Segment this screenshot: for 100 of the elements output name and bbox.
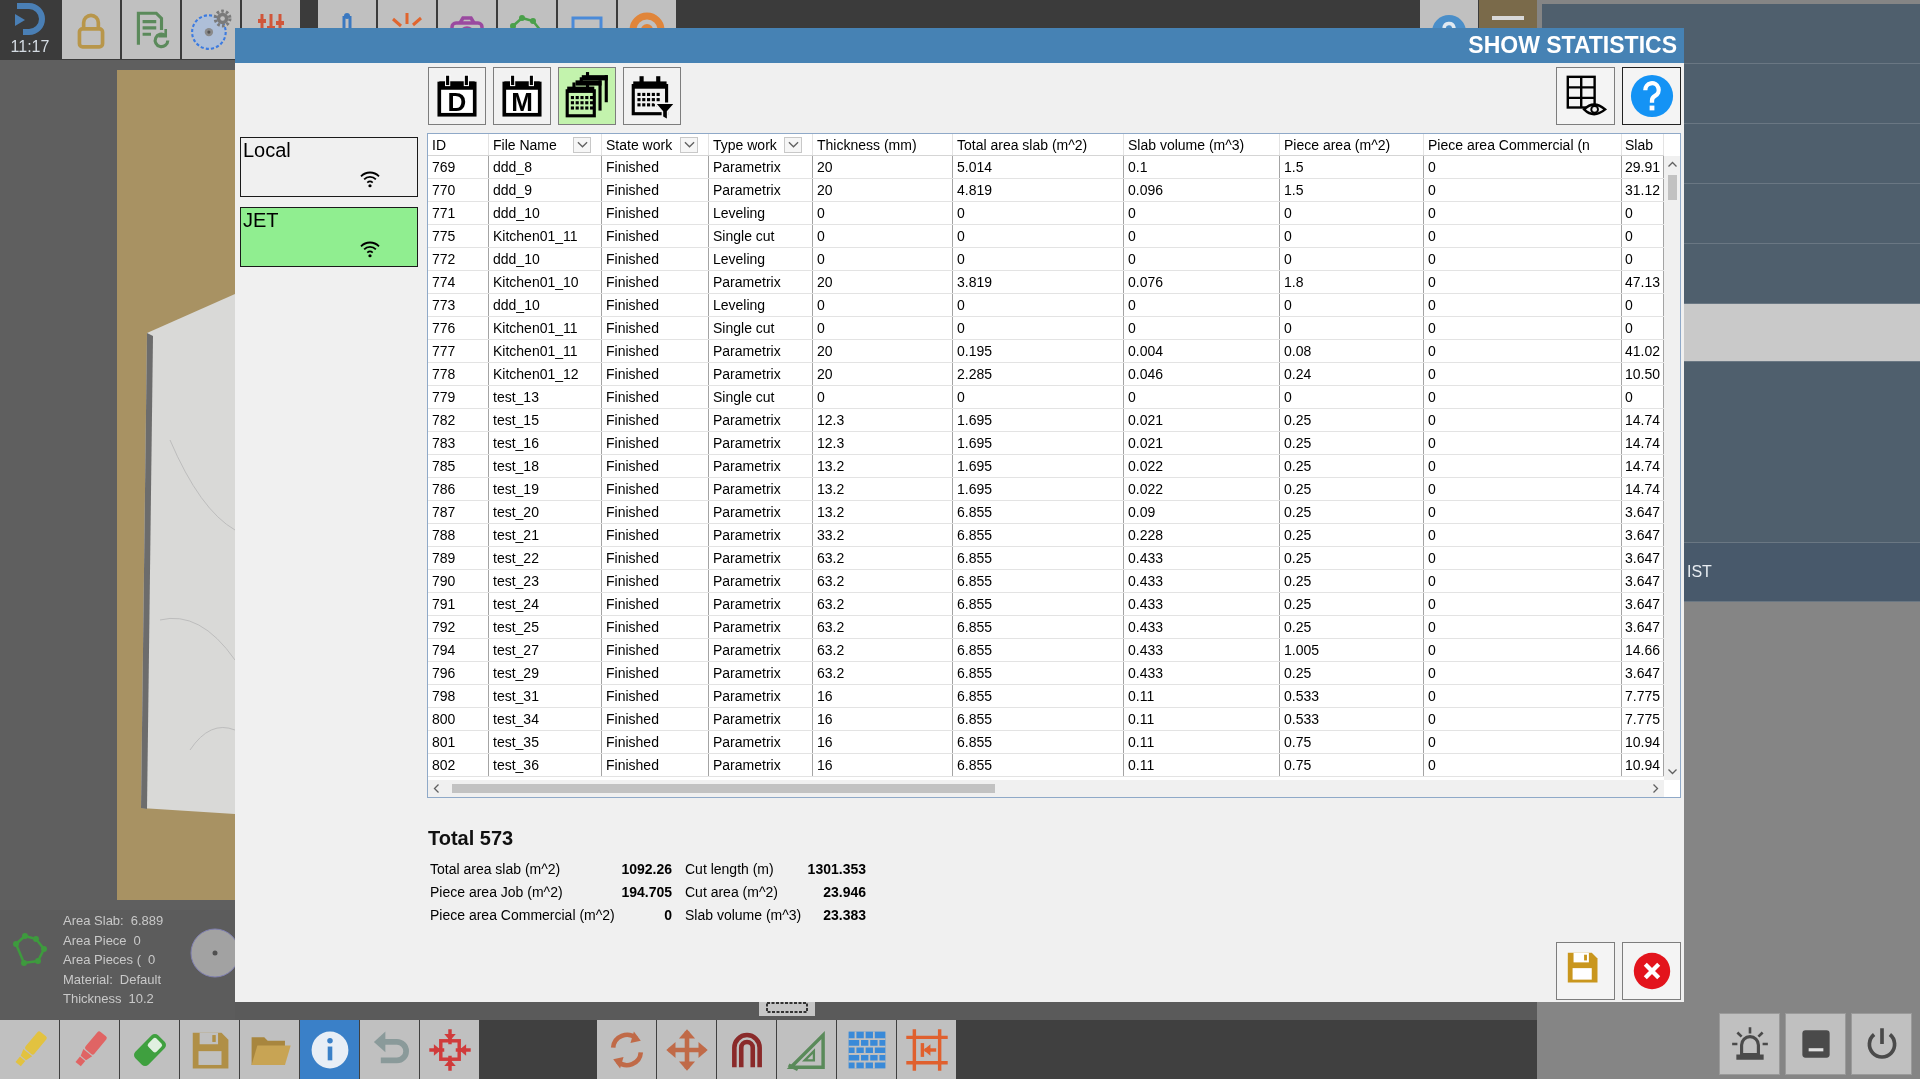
- table-cell: 0: [813, 294, 953, 316]
- toolbar-button[interactable]: [122, 0, 180, 59]
- chevron-right-icon: [1653, 784, 1659, 793]
- toolbar-button[interactable]: [62, 0, 120, 59]
- calendar-button[interactable]: [623, 67, 681, 125]
- table-cell: 0: [1424, 386, 1622, 408]
- vertical-scrollbar[interactable]: [1664, 156, 1680, 780]
- table-cell: 16: [813, 685, 953, 707]
- column-header[interactable]: State work: [606, 136, 673, 153]
- chevron-down-icon: [576, 141, 588, 148]
- toolbar-button[interactable]: [378, 0, 436, 28]
- table-cell: 0: [1124, 294, 1280, 316]
- table-cell: 770: [428, 179, 489, 201]
- filter-button[interactable]: [784, 136, 802, 153]
- table-cell: Parametrix: [709, 570, 813, 592]
- table-cell: 20: [813, 156, 953, 178]
- calendar-button[interactable]: M: [493, 67, 551, 125]
- table-cell: test_34: [489, 708, 602, 730]
- table-cell: 0.046: [1124, 363, 1280, 385]
- stat-value: 1092.26: [620, 860, 672, 879]
- minimize-button[interactable]: [1479, 0, 1537, 28]
- column-header[interactable]: Thickness (mm): [817, 136, 917, 153]
- toolbar-button[interactable]: [182, 0, 240, 59]
- tool-button[interactable]: [777, 1020, 836, 1079]
- table-cell: Finished: [602, 455, 709, 477]
- stat-value: 23.946: [822, 883, 866, 902]
- table-cell: 6.855: [953, 570, 1124, 592]
- minimize-button[interactable]: [1785, 1013, 1846, 1075]
- tool-button[interactable]: [837, 1020, 896, 1079]
- toolbar-button[interactable]: [438, 0, 496, 28]
- column-header[interactable]: Type work: [713, 136, 777, 153]
- toolbar-button[interactable]: [318, 0, 376, 28]
- filter-button[interactable]: [680, 136, 698, 153]
- scrollbar-thumb[interactable]: [1667, 175, 1677, 200]
- table-cell: Leveling: [709, 202, 813, 224]
- table-cell: 0.533: [1280, 685, 1424, 707]
- tool-button[interactable]: [420, 1020, 479, 1079]
- column-header[interactable]: Slab volume (m^3): [1128, 136, 1245, 153]
- column-header[interactable]: Piece area Commercial (n: [1428, 136, 1590, 153]
- table-cell: test_29: [489, 662, 602, 684]
- table-cell: 0: [1124, 317, 1280, 339]
- column-header[interactable]: ID: [432, 136, 446, 153]
- toolbar-button[interactable]: [618, 0, 676, 28]
- table-cell: 0.25: [1280, 478, 1424, 500]
- table-cell: 0: [953, 317, 1124, 339]
- table-cell: Leveling: [709, 294, 813, 316]
- power-button[interactable]: [1851, 1013, 1912, 1075]
- table-cell: Parametrix: [709, 616, 813, 638]
- table-cell: ddd_10: [489, 294, 602, 316]
- tool-button[interactable]: [300, 1020, 359, 1079]
- toolbar-button[interactable]: [498, 0, 556, 28]
- help-icon: [1628, 73, 1675, 119]
- table-cell: 788: [428, 524, 489, 546]
- table-cell: ddd_10: [489, 248, 602, 270]
- connection-item[interactable]: Local: [240, 137, 418, 197]
- table-cell: test_15: [489, 409, 602, 431]
- table-cell: 785: [428, 455, 489, 477]
- column-header[interactable]: Total area slab (m^2): [957, 136, 1088, 153]
- table-cell: 0: [813, 202, 953, 224]
- column-header[interactable]: File Name: [493, 136, 557, 153]
- beacon-button[interactable]: [1719, 1013, 1780, 1075]
- close-button[interactable]: [1622, 942, 1681, 1000]
- table-cell: ddd_8: [489, 156, 602, 178]
- save-button[interactable]: [1556, 942, 1615, 1000]
- calendar-button[interactable]: D: [428, 67, 486, 125]
- table-cell: 6.855: [953, 501, 1124, 523]
- table-cell: 0: [953, 202, 1124, 224]
- table-cell: 0: [1424, 409, 1622, 431]
- table-cell: 6.855: [953, 639, 1124, 661]
- table-cell: 0.433: [1124, 593, 1280, 615]
- horizontal-scrollbar[interactable]: [428, 780, 1664, 797]
- table-cell: 0.021: [1124, 409, 1280, 431]
- tool-button[interactable]: [717, 1020, 776, 1079]
- column-header[interactable]: Piece area (m^2): [1284, 136, 1391, 153]
- column-header[interactable]: Slab: [1625, 136, 1654, 153]
- toolbar-button[interactable]: [558, 0, 616, 28]
- table-cell: Finished: [602, 524, 709, 546]
- table-cell: 0.076: [1124, 271, 1280, 293]
- table-cell: 0: [1424, 363, 1622, 385]
- tool-button[interactable]: [120, 1020, 179, 1079]
- table-cell: 16: [813, 731, 953, 753]
- connection-item[interactable]: JET: [240, 207, 418, 267]
- tool-button[interactable]: [897, 1020, 956, 1079]
- table-view-button[interactable]: [1556, 67, 1615, 125]
- scrollbar-thumb[interactable]: [452, 784, 995, 793]
- tool-button[interactable]: [597, 1020, 656, 1079]
- table-cell: 0.24: [1280, 363, 1424, 385]
- filter-button[interactable]: [573, 136, 591, 153]
- calendar-button[interactable]: [558, 67, 616, 125]
- table-cell: 0.1: [1124, 156, 1280, 178]
- table-cell: Finished: [602, 616, 709, 638]
- table-cell: Leveling: [709, 248, 813, 270]
- tool-button[interactable]: [657, 1020, 716, 1079]
- table-cell: 0.433: [1124, 639, 1280, 661]
- table-cell: 790: [428, 570, 489, 592]
- table-cell: 63.2: [813, 616, 953, 638]
- help-button[interactable]: [1622, 67, 1681, 125]
- table-cell: 4.819: [953, 179, 1124, 201]
- table-cell: 0: [1124, 248, 1280, 270]
- toolbar-button[interactable]: [242, 0, 300, 28]
